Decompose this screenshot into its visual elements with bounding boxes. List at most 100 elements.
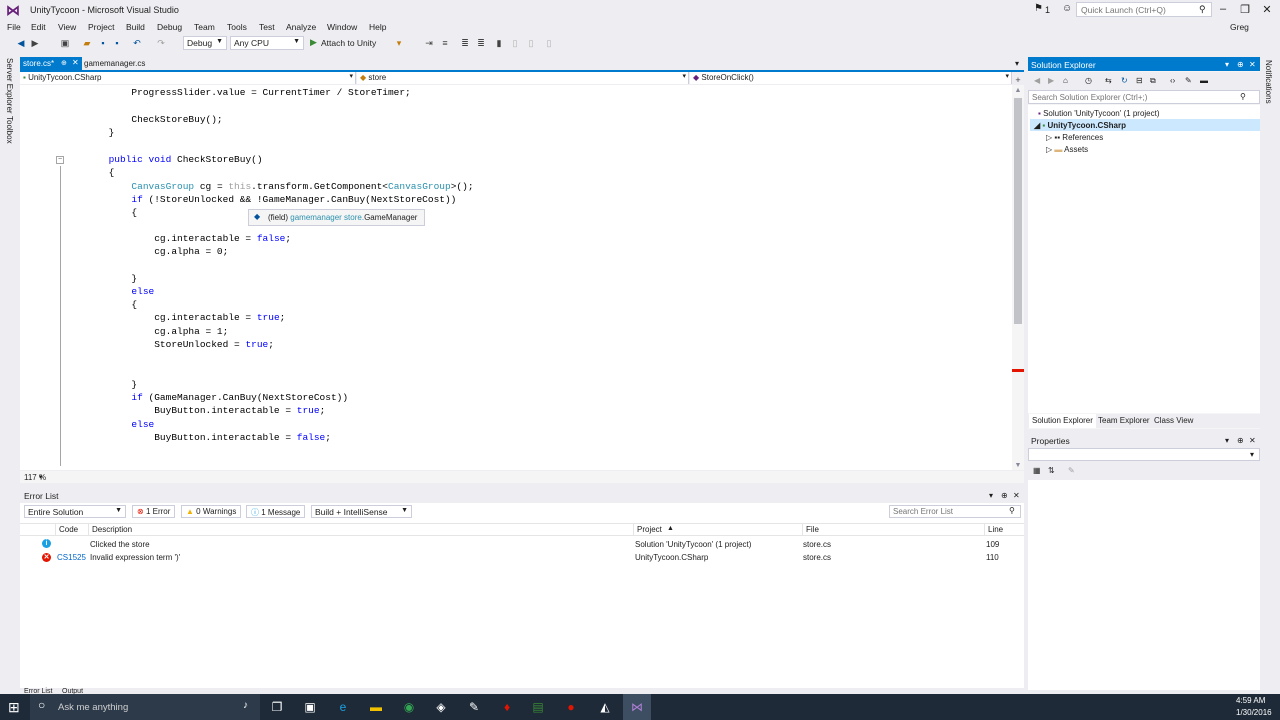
- tree-item-assets[interactable]: ▷ ▬ Assets: [1046, 145, 1088, 154]
- visual-studio-icon[interactable]: ⋈: [628, 698, 646, 716]
- scroll-down-icon[interactable]: ▼: [1012, 462, 1024, 469]
- home-icon[interactable]: ⌂: [1063, 76, 1068, 85]
- sync-icon[interactable]: ◷: [1085, 76, 1092, 85]
- collapsed-arrow-icon[interactable]: ▷: [1046, 133, 1052, 142]
- categorized-icon[interactable]: ▦: [1033, 466, 1041, 475]
- notification-flag-icon[interactable]: ⚑: [1034, 3, 1043, 14]
- tab-class-view[interactable]: Class View: [1152, 416, 1195, 425]
- editor-horizontal-scrollbar[interactable]: [20, 471, 1024, 483]
- notifications-tab[interactable]: Notifications: [1264, 60, 1273, 104]
- quick-launch-input[interactable]: [1076, 2, 1212, 17]
- start-play-icon[interactable]: ▶: [310, 37, 317, 48]
- alphabetical-icon[interactable]: ⇅: [1048, 466, 1055, 475]
- chevron-down-icon[interactable]: ▾: [39, 473, 43, 481]
- close-icon[interactable]: ✕: [1249, 60, 1256, 69]
- back-icon[interactable]: ◀: [1034, 76, 1040, 85]
- code-line-10[interactable]: {: [63, 206, 137, 219]
- close-icon[interactable]: ✕: [1259, 3, 1275, 16]
- column-line[interactable]: Line: [988, 525, 1003, 534]
- refresh-icon[interactable]: ↻: [1121, 76, 1128, 85]
- code-line-9[interactable]: if (!StoreUnlocked && !GameManager.CanBu…: [63, 193, 456, 206]
- tree-item-solution[interactable]: ▪ Solution 'UnityTycoon' (1 project): [1038, 109, 1160, 118]
- row-2-project[interactable]: UnityTycoon.CSharp: [635, 553, 708, 562]
- menu-team[interactable]: Team: [194, 22, 215, 32]
- menu-edit[interactable]: Edit: [31, 22, 46, 32]
- tree-item-project[interactable]: ◢ ▪ UnityTycoon.CSharp: [1034, 121, 1126, 130]
- window-position-icon[interactable]: ▾: [1225, 60, 1229, 69]
- row-2-code[interactable]: CS1525: [57, 553, 86, 562]
- tab-list-dropdown-icon[interactable]: ▾: [1015, 59, 1019, 68]
- tab-solution-explorer[interactable]: Solution Explorer: [1029, 414, 1096, 428]
- split-window-icon[interactable]: +: [1012, 75, 1024, 85]
- menu-debug[interactable]: Debug: [157, 22, 182, 32]
- microphone-icon[interactable]: ♪: [243, 700, 248, 711]
- menu-window[interactable]: Window: [327, 22, 357, 32]
- signed-in-user[interactable]: Greg: [1230, 22, 1249, 32]
- code-line-23[interactable]: }: [63, 378, 137, 391]
- toolbox-tab[interactable]: Toolbox: [5, 116, 14, 144]
- code-line-8[interactable]: CanvasGroup cg = this.transform.GetCompo…: [63, 180, 473, 193]
- row-2-description[interactable]: Invalid expression term ')': [90, 553, 180, 562]
- minimize-icon[interactable]: –: [1215, 3, 1231, 15]
- chevron-down-icon[interactable]: ▾: [1250, 450, 1254, 459]
- close-icon[interactable]: ✕: [72, 58, 79, 67]
- menu-tools[interactable]: Tools: [227, 22, 247, 32]
- pending-changes-icon[interactable]: ⇆: [1105, 76, 1112, 85]
- menu-project[interactable]: Project: [88, 22, 114, 32]
- code-line-1[interactable]: ProgressSlider.value = CurrentTimer / St…: [63, 86, 410, 99]
- clear-bookmarks-icon[interactable]: ▯: [544, 38, 554, 49]
- pin-icon[interactable]: ⊕: [1237, 436, 1244, 445]
- member-nav-dropdown[interactable]: ◆ StoreOnClick() ▾: [690, 72, 1012, 84]
- search-icon[interactable]: ⚲: [1199, 4, 1206, 15]
- comment-icon[interactable]: ≣: [460, 38, 470, 49]
- uncomment-icon[interactable]: ≣: [476, 38, 486, 49]
- menu-test[interactable]: Test: [259, 22, 275, 32]
- column-project[interactable]: Project: [637, 525, 662, 534]
- format-icon[interactable]: ≡: [440, 38, 450, 48]
- menu-view[interactable]: View: [58, 22, 76, 32]
- tab-gamemanager-cs[interactable]: gamemanager.cs: [84, 59, 145, 68]
- code-line-20[interactable]: StoreUnlocked = true;: [63, 338, 274, 351]
- scrollbar-thumb[interactable]: [1014, 98, 1022, 324]
- search-solution-explorer-input[interactable]: [1028, 90, 1260, 104]
- sort-ascending-icon[interactable]: ▲: [667, 525, 674, 532]
- menu-help[interactable]: Help: [369, 22, 386, 32]
- code-line-18[interactable]: cg.interactable = true;: [63, 311, 285, 324]
- close-icon[interactable]: ✕: [1013, 491, 1020, 500]
- column-description[interactable]: Description: [92, 525, 132, 534]
- code-line-27[interactable]: BuyButton.interactable = false;: [63, 431, 331, 444]
- new-project-icon[interactable]: ▣: [60, 38, 70, 49]
- error-marker[interactable]: [1012, 369, 1024, 372]
- row-1-project[interactable]: Solution 'UnityTycoon' (1 project): [635, 540, 751, 549]
- unity-icon[interactable]: ◭: [596, 698, 614, 716]
- properties-wrench-icon[interactable]: ✎: [1185, 76, 1192, 85]
- search-icon[interactable]: ⚲: [1009, 506, 1015, 515]
- properties-object-select[interactable]: [1028, 448, 1260, 461]
- server-explorer-tab[interactable]: Server Explorer: [5, 58, 14, 114]
- windows-start-icon[interactable]: ⊞: [8, 699, 20, 716]
- collapse-all-icon[interactable]: ⊟: [1136, 76, 1143, 85]
- code-line-12[interactable]: cg.interactable = false;: [63, 232, 291, 245]
- open-file-icon[interactable]: ▰: [82, 38, 92, 49]
- code-line-4[interactable]: }: [63, 126, 115, 139]
- code-line-16[interactable]: else: [63, 285, 154, 298]
- navigate-forward-icon[interactable]: ▶: [30, 38, 40, 49]
- clock-date[interactable]: 1/30/2016: [1236, 708, 1272, 717]
- error-scope-select[interactable]: Entire Solution ▼: [24, 505, 126, 518]
- navigate-back-icon[interactable]: ◀: [16, 38, 26, 49]
- search-error-list-input[interactable]: [889, 505, 1021, 518]
- platform-select[interactable]: Any CPU ▼: [230, 36, 304, 50]
- row-1-description[interactable]: Clicked the store: [90, 540, 150, 549]
- window-position-icon[interactable]: ▾: [1225, 436, 1229, 445]
- step-icon[interactable]: ⇥: [424, 38, 434, 49]
- preview-selected-icon[interactable]: ▬: [1200, 76, 1208, 85]
- scroll-up-icon[interactable]: ▲: [1012, 87, 1024, 94]
- code-line-15[interactable]: }: [63, 272, 137, 285]
- code-line-19[interactable]: cg.alpha = 1;: [63, 325, 228, 338]
- view-code-icon[interactable]: ‹›: [1170, 76, 1175, 85]
- column-file[interactable]: File: [806, 525, 819, 534]
- chrome-icon[interactable]: ◉: [400, 698, 418, 716]
- code-line-24[interactable]: if (GameManager.CanBuy(NextStoreCost)): [63, 391, 348, 404]
- clock-time[interactable]: 4:59 AM: [1236, 696, 1265, 705]
- attach-to-unity-button[interactable]: Attach to Unity: [321, 38, 376, 48]
